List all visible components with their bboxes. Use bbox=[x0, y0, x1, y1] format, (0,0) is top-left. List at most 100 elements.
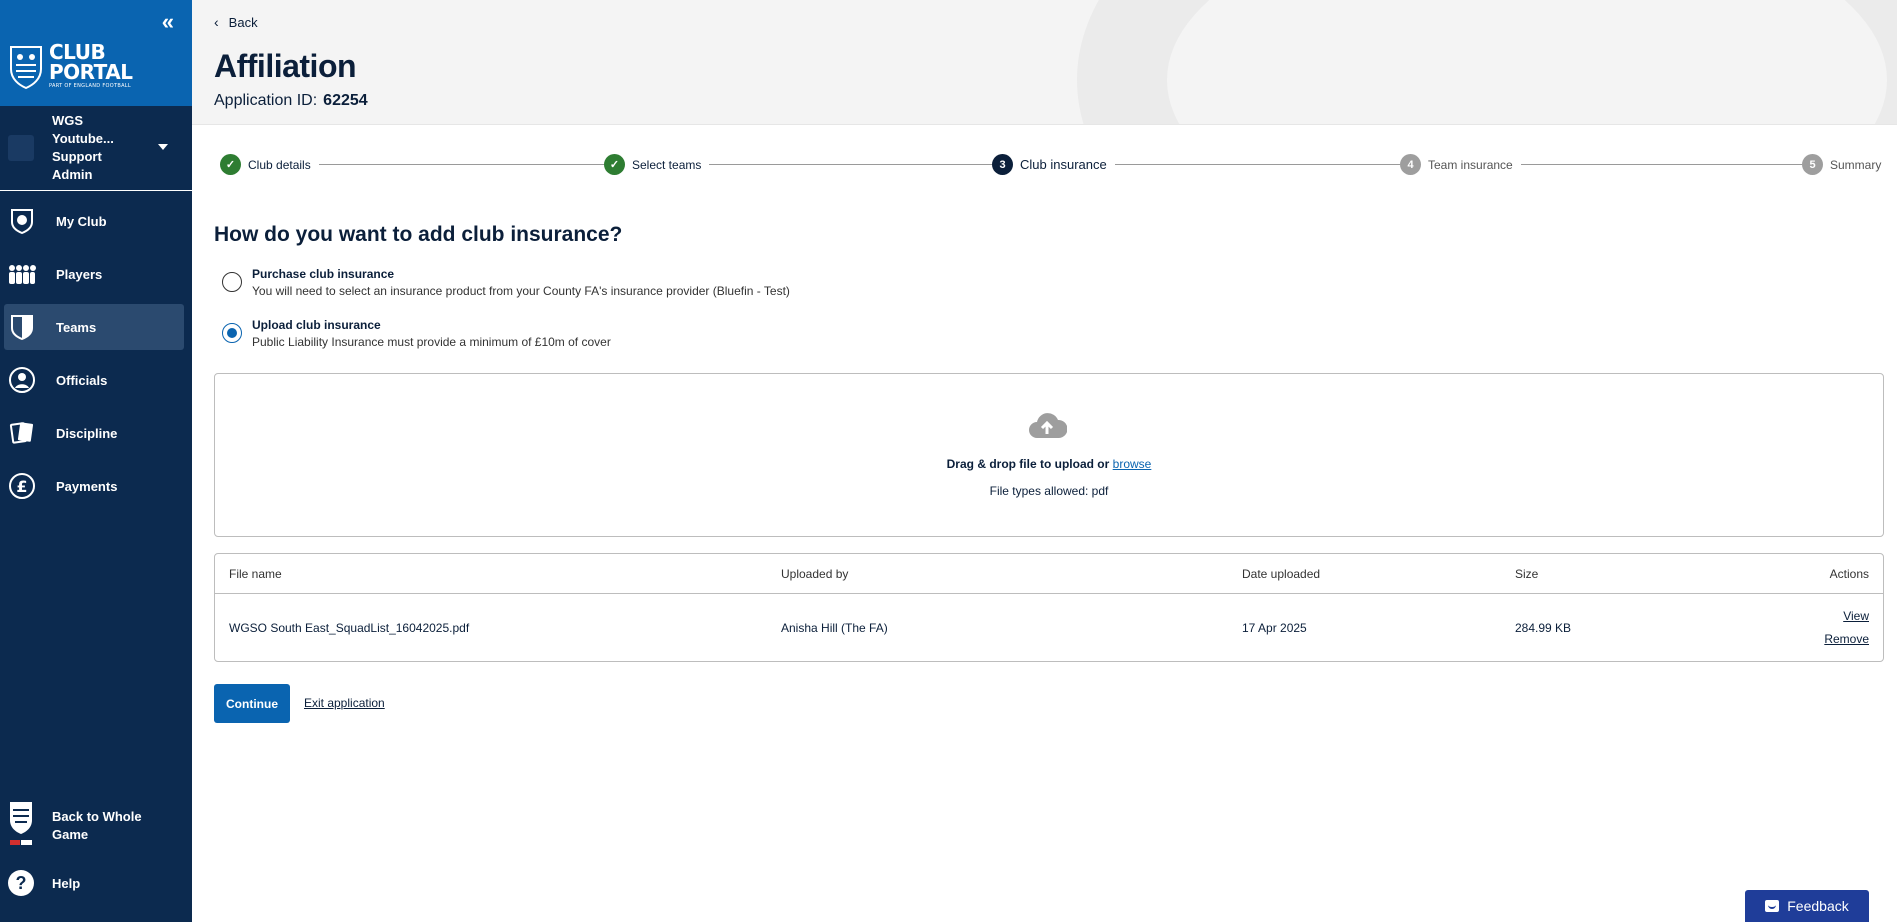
logo-line2: PORTAL bbox=[49, 60, 133, 84]
back-link[interactable]: ‹ Back bbox=[214, 14, 258, 30]
file-dropzone[interactable]: Drag & drop file to upload or browse Fil… bbox=[214, 373, 1884, 537]
sidebar-item-players[interactable]: Players bbox=[4, 251, 184, 297]
pound-icon: £ bbox=[8, 472, 36, 500]
collapse-sidebar-icon[interactable]: « bbox=[162, 11, 174, 33]
step-number: 4 bbox=[1400, 154, 1421, 175]
sidebar-item-label: Discipline bbox=[56, 425, 118, 441]
dropzone-text: Drag & drop file to upload or bbox=[946, 457, 1110, 471]
svg-text:£: £ bbox=[16, 477, 27, 496]
check-icon: ✓ bbox=[604, 154, 625, 175]
uploaded-by-cell: Anisha Hill (The FA) bbox=[781, 621, 888, 635]
step-label: Select teams bbox=[632, 157, 702, 172]
help-icon: ? bbox=[8, 870, 34, 896]
page-header: ‹ Back Affiliation Application ID: 62254 bbox=[192, 0, 1897, 125]
step-team-insurance: 4 Team insurance bbox=[1400, 154, 1521, 175]
view-file-link[interactable]: View bbox=[1843, 609, 1869, 623]
check-icon: ✓ bbox=[220, 154, 241, 175]
size-cell: 284.99 KB bbox=[1515, 621, 1572, 635]
table-header: File name Uploaded by Date uploaded Size… bbox=[215, 554, 1883, 594]
sidebar-item-label: Payments bbox=[56, 478, 118, 494]
back-to-whole-game-link[interactable]: Back to Whole Game bbox=[0, 798, 192, 848]
chevron-left-icon: ‹ bbox=[214, 14, 219, 30]
page-title: Affiliation bbox=[214, 48, 357, 84]
feedback-label: Feedback bbox=[1787, 898, 1849, 914]
three-lions-icon bbox=[10, 46, 42, 89]
sidebar-item-payments[interactable]: £ Payments bbox=[4, 463, 184, 509]
sidebar-item-label: Officials bbox=[56, 372, 108, 388]
main-content: ‹ Back Affiliation Application ID: 62254 … bbox=[192, 0, 1897, 922]
column-header-actions: Actions bbox=[1829, 567, 1869, 581]
browse-link[interactable]: browse bbox=[1113, 457, 1152, 471]
account-role: Support Admin bbox=[52, 149, 102, 182]
logo-subtitle: PART OF ENGLAND FOOTBALL bbox=[49, 83, 131, 89]
sidebar-item-label: My Club bbox=[56, 213, 107, 229]
sidebar-header: « CLUB PORTAL PART OF ENGLAND FOOTBALL bbox=[0, 0, 192, 106]
file-name-cell: WGSO South East_SquadList_16042025.pdf bbox=[229, 621, 470, 635]
sidebar-nav: My Club Players Teams Officials Discipli… bbox=[0, 198, 192, 516]
step-label: Club details bbox=[248, 157, 311, 172]
help-label: Help bbox=[52, 875, 81, 891]
option-description: You will need to select an insurance pro… bbox=[252, 284, 790, 298]
upload-insurance-option[interactable]: Upload club insurance Public Liability I… bbox=[222, 317, 611, 351]
cloud-upload-icon bbox=[1029, 413, 1067, 438]
application-id-value: 62254 bbox=[323, 92, 368, 109]
back-label: Back bbox=[228, 14, 258, 30]
officials-icon bbox=[8, 366, 36, 394]
step-label: Summary bbox=[1830, 157, 1882, 172]
application-id-label: Application ID: bbox=[214, 92, 318, 109]
sidebar-bottom: Back to Whole Game ? Help bbox=[0, 798, 192, 896]
feedback-icon bbox=[1765, 900, 1780, 912]
chevron-down-icon bbox=[158, 144, 168, 150]
players-icon bbox=[8, 260, 36, 288]
remove-file-link[interactable]: Remove bbox=[1824, 632, 1869, 646]
step-club-insurance: 3 Club insurance bbox=[992, 154, 1115, 175]
upload-insurance-radio[interactable] bbox=[222, 323, 242, 343]
back-to-whole-game-label: Back to Whole Game bbox=[52, 809, 142, 842]
purchase-insurance-radio[interactable] bbox=[222, 272, 242, 292]
sidebar-item-officials[interactable]: Officials bbox=[4, 357, 184, 403]
step-number: 5 bbox=[1802, 154, 1823, 175]
allowed-file-types: File types allowed: pdf bbox=[989, 484, 1109, 498]
step-select-teams[interactable]: ✓ Select teams bbox=[604, 154, 710, 175]
shield-icon bbox=[8, 313, 36, 341]
logo-line1: CLUB bbox=[49, 40, 106, 64]
continue-button[interactable]: Continue bbox=[214, 684, 290, 723]
option-title: Purchase club insurance bbox=[252, 267, 395, 281]
date-uploaded-cell: 17 Apr 2025 bbox=[1242, 621, 1307, 635]
sidebar-item-discipline[interactable]: Discipline bbox=[4, 410, 184, 456]
sidebar-item-my-club[interactable]: My Club bbox=[4, 198, 184, 244]
sidebar-item-label: Players bbox=[56, 266, 103, 282]
account-name: WGS Youtube... bbox=[52, 113, 114, 146]
england-crest-icon bbox=[10, 802, 32, 845]
header-decoration bbox=[1077, 0, 1897, 124]
column-header-file-name: File name bbox=[229, 567, 282, 581]
dropzone-instructions: Drag & drop file to upload or browse bbox=[215, 457, 1883, 471]
step-club-details[interactable]: ✓ Club details bbox=[220, 154, 319, 175]
table-row: WGSO South East_SquadList_16042025.pdf A… bbox=[215, 594, 1883, 662]
step-number: 3 bbox=[992, 154, 1013, 175]
sidebar-item-label: Teams bbox=[56, 319, 97, 335]
application-id: Application ID: 62254 bbox=[214, 92, 368, 110]
account-text: WGS Youtube... Support Admin bbox=[52, 112, 142, 184]
step-label: Team insurance bbox=[1428, 157, 1513, 172]
sidebar: « CLUB PORTAL PART OF ENGLAND FOOTBALL W… bbox=[0, 0, 192, 922]
avatar bbox=[8, 135, 34, 161]
purchase-insurance-option[interactable]: Purchase club insurance You will need to… bbox=[222, 266, 790, 300]
account-switcher[interactable]: WGS Youtube... Support Admin bbox=[0, 106, 192, 191]
feedback-button[interactable]: Feedback bbox=[1745, 890, 1869, 922]
sidebar-item-teams[interactable]: Teams bbox=[4, 304, 184, 350]
step-label: Club insurance bbox=[1020, 157, 1107, 172]
logo-text: CLUB PORTAL PART OF ENGLAND FOOTBALL bbox=[49, 40, 133, 90]
column-header-date-uploaded: Date uploaded bbox=[1242, 567, 1321, 581]
uploaded-files-table: File name Uploaded by Date uploaded Size… bbox=[214, 553, 1884, 662]
question-heading: How do you want to add club insurance? bbox=[214, 223, 623, 246]
club-badge-icon bbox=[8, 207, 36, 235]
cards-icon bbox=[8, 419, 36, 447]
step-summary: 5 Summary bbox=[1802, 154, 1882, 175]
column-header-size: Size bbox=[1515, 567, 1539, 581]
exit-application-link[interactable]: Exit application bbox=[304, 696, 385, 710]
progress-stepper: ✓ Club details ✓ Select teams 3 Club ins… bbox=[192, 150, 1897, 180]
help-link[interactable]: ? Help bbox=[0, 870, 192, 896]
club-portal-logo[interactable]: CLUB PORTAL PART OF ENGLAND FOOTBALL bbox=[8, 40, 133, 90]
option-description: Public Liability Insurance must provide … bbox=[252, 335, 611, 349]
